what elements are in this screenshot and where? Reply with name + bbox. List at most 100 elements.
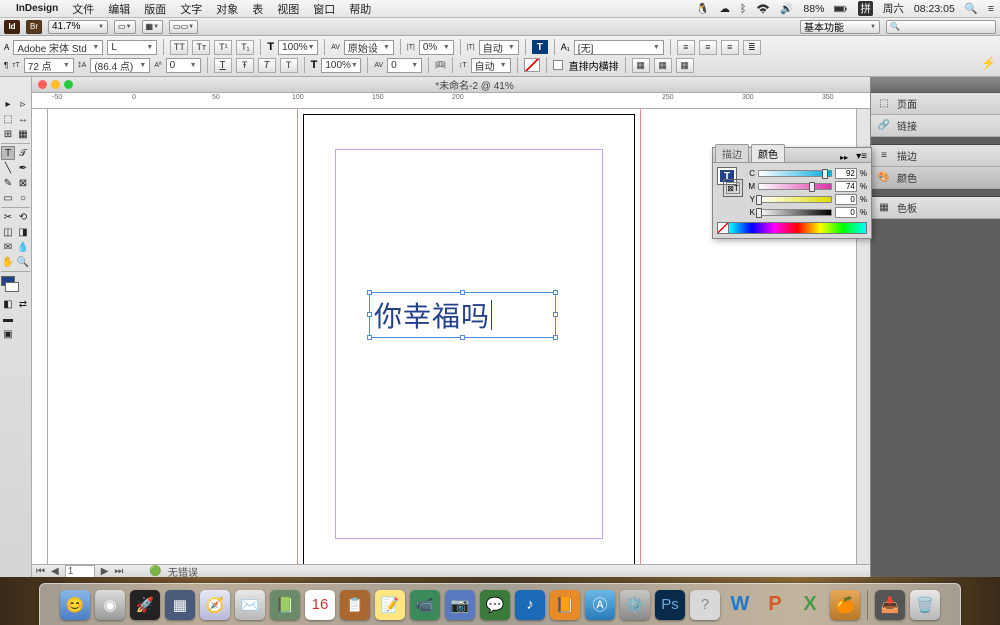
line-tool[interactable]: ╲ — [1, 161, 15, 175]
baseline-field[interactable]: 0▼ — [166, 58, 201, 73]
menu-table[interactable]: 表 — [252, 1, 263, 17]
k-value[interactable]: 0 — [835, 207, 857, 218]
grid1-button[interactable]: ▦ — [632, 58, 650, 73]
app-name[interactable]: InDesign — [16, 3, 58, 14]
page-tool[interactable]: ⬚ — [1, 112, 15, 126]
text-frame[interactable]: 你幸福吗 — [369, 292, 556, 338]
panel-color[interactable]: 🎨颜色 — [871, 167, 1000, 189]
dock-itunes-icon[interactable]: ♪ — [515, 590, 545, 620]
panel-pages[interactable]: ⬚页面 — [871, 93, 1000, 115]
m-slider[interactable] — [758, 183, 832, 190]
y-value[interactable]: 0 — [835, 194, 857, 205]
selection-tool[interactable]: ▸ — [1, 97, 15, 111]
quick-apply-icon[interactable]: ⚡ — [981, 56, 996, 70]
c-value[interactable]: 92 — [835, 168, 857, 179]
color-spectrum[interactable] — [717, 222, 867, 234]
dock-questionmark-icon[interactable]: ? — [690, 590, 720, 620]
gradient-tool[interactable]: ◫ — [1, 225, 15, 239]
free-transform-tool[interactable]: ⟲ — [16, 210, 30, 224]
volume-icon[interactable]: 🔊 — [780, 2, 793, 15]
arrange-button[interactable]: ▭▭ ▼ — [169, 20, 198, 34]
dock-w-icon[interactable]: W — [725, 590, 755, 620]
color-tab-color[interactable]: 颜色 — [751, 144, 785, 162]
dock-downloads-icon[interactable]: 📥 — [875, 590, 905, 620]
k-slider[interactable] — [758, 209, 832, 216]
kerning-field[interactable]: 原始设▼ — [344, 40, 394, 55]
dock-messages-icon[interactable]: 💬 — [480, 590, 510, 620]
none-color-icon[interactable] — [717, 222, 729, 234]
type-tool[interactable]: T — [1, 146, 15, 160]
fill-stroke-swatch[interactable] — [1, 276, 30, 292]
swap-fill-icon[interactable]: ⇄ — [16, 297, 30, 311]
smallcaps-button[interactable]: Tᴛ — [192, 40, 210, 55]
hscale-field[interactable]: 100%▼ — [278, 40, 318, 55]
search-button[interactable]: 🔍 — [886, 20, 996, 34]
page-nav-last-icon[interactable]: ⏭ — [114, 566, 123, 577]
zoom-dropdown[interactable]: 41.7%▼ — [48, 20, 108, 34]
hand-tool[interactable]: ✋ — [1, 255, 15, 269]
dock-facetime-icon[interactable]: 📹 — [410, 590, 440, 620]
apply-color-icon[interactable]: ▬ — [1, 312, 15, 326]
stroke-t-box[interactable]: ⊠T — [723, 179, 743, 197]
menu-view[interactable]: 视图 — [277, 1, 299, 17]
bridge-button[interactable]: Br — [26, 20, 42, 34]
normal-view-icon[interactable]: ▣ — [1, 327, 15, 341]
form-tool[interactable]: ▦ — [16, 127, 30, 141]
gap-tool[interactable]: ↔ — [16, 112, 30, 126]
ruler-vertical[interactable] — [32, 109, 48, 564]
color-panel[interactable]: 描边 颜色 ▸▸▾≡ T ⊠T C92% M74% Y0% K0% — [712, 147, 872, 239]
dock-finder-icon[interactable]: 😊 — [60, 590, 90, 620]
menu-object[interactable]: 对象 — [216, 1, 238, 17]
color-tab-stroke[interactable]: 描边 — [715, 144, 749, 162]
panel-swatches[interactable]: ▦色板 — [871, 197, 1000, 219]
dock-photoshop-icon[interactable]: Ps — [655, 590, 685, 620]
char-format-icon[interactable]: A — [4, 43, 9, 52]
panel-menu-icon[interactable]: ▾≡ — [852, 151, 871, 162]
penguin-icon[interactable]: 🐧 — [696, 2, 709, 15]
rect-tool[interactable]: ▭ — [1, 191, 15, 205]
ruler-horizontal[interactable]: -50 0 50 100 150 200 250 300 350 — [32, 93, 870, 109]
y-slider[interactable] — [758, 196, 832, 203]
italic-button[interactable]: T — [258, 58, 276, 73]
vscale-field[interactable]: 100%▼ — [321, 58, 361, 73]
content-tool[interactable]: ⊞ — [1, 127, 15, 141]
sub-button[interactable]: T₁ — [236, 40, 254, 55]
para-format-icon[interactable]: ¶ — [4, 61, 8, 70]
panel-collapse-icon[interactable]: ▸▸ — [836, 153, 852, 162]
dock-contacts-icon[interactable]: 📗 — [270, 590, 300, 620]
allcaps-button[interactable]: TT — [170, 40, 188, 55]
pen-tool[interactable]: ✒ — [16, 161, 30, 175]
scissors-tool[interactable]: ✂ — [1, 210, 15, 224]
leading-field[interactable]: (86.4 点)▼ — [90, 58, 150, 73]
window-close-icon[interactable] — [38, 80, 47, 89]
gradient-feather-tool[interactable]: ◨ — [16, 225, 30, 239]
underline-button[interactable]: T — [214, 58, 232, 73]
page-nav-next-icon[interactable]: ▶ — [101, 566, 109, 577]
dock-p-icon[interactable]: P — [760, 590, 790, 620]
strike-button[interactable]: Ŧ — [236, 58, 254, 73]
typeonpath-tool[interactable]: 𝒯 — [16, 146, 30, 160]
eyedropper-tool[interactable]: 💧 — [16, 240, 30, 254]
clock[interactable]: 08:23:05 — [914, 3, 955, 15]
menu-window[interactable]: 窗口 — [313, 1, 335, 17]
dock-dashboard-icon[interactable]: ◉ — [95, 590, 125, 620]
c-slider[interactable] — [758, 170, 832, 177]
dock-missioncontrol-icon[interactable]: ▦ — [165, 590, 195, 620]
dock-app1-icon[interactable]: 🍊 — [830, 590, 860, 620]
menu-type[interactable]: 文字 — [180, 1, 202, 17]
page-nav-first-icon[interactable]: ⏮ — [36, 566, 45, 577]
m-value[interactable]: 74 — [835, 181, 857, 192]
align-justify-button[interactable]: ≣ — [743, 40, 761, 55]
dock-ibooks-icon[interactable]: 📙 — [550, 590, 580, 620]
dock-reminders-icon[interactable]: 📋 — [340, 590, 370, 620]
dock-launchpad-icon[interactable]: 🚀 — [130, 590, 160, 620]
menu-layout[interactable]: 版面 — [144, 1, 166, 17]
rect-frame-tool[interactable]: ⊠ — [16, 176, 30, 190]
page-nav-prev-icon[interactable]: ◀ — [51, 566, 59, 577]
battery-percent[interactable]: 88% — [803, 3, 824, 15]
panel-tabstrip[interactable] — [871, 77, 1000, 93]
none-swatch-icon[interactable] — [524, 58, 540, 72]
dock-mail-icon[interactable]: ✉️ — [235, 590, 265, 620]
menu-edit[interactable]: 编辑 — [108, 1, 130, 17]
font-weight-field[interactable]: L▼ — [107, 40, 157, 55]
